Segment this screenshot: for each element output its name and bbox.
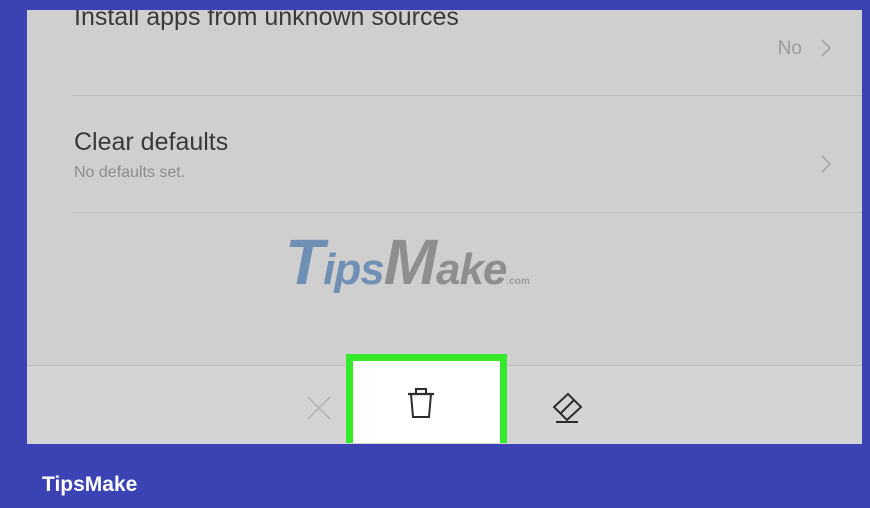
- uninstall-button[interactable]: [393, 375, 449, 431]
- setting-row-unknown-sources[interactable]: Install apps from unknown sources No: [72, 10, 862, 96]
- trash-icon: [408, 388, 434, 418]
- chevron-right-icon: [821, 155, 832, 173]
- chevron-right-icon: [821, 39, 832, 57]
- setting-label-unknown-sources: Install apps from unknown sources: [74, 10, 459, 31]
- setting-row-clear-defaults[interactable]: Clear defaults No defaults set.: [72, 95, 862, 213]
- close-icon: [307, 396, 331, 420]
- eraser-button[interactable]: [539, 380, 595, 436]
- setting-label-clear-defaults: Clear defaults: [74, 128, 229, 156]
- footer-brand-label: TipsMake: [42, 473, 138, 496]
- close-button[interactable]: [291, 380, 347, 436]
- uninstall-button-highlight[interactable]: [346, 354, 507, 443]
- tipsmake-watermark-logo: TipsMake.com: [285, 226, 530, 298]
- setting-subtitle-clear-defaults: No defaults set.: [74, 164, 186, 181]
- eraser-icon: [552, 392, 583, 423]
- setting-value-unknown-sources: No: [777, 38, 802, 59]
